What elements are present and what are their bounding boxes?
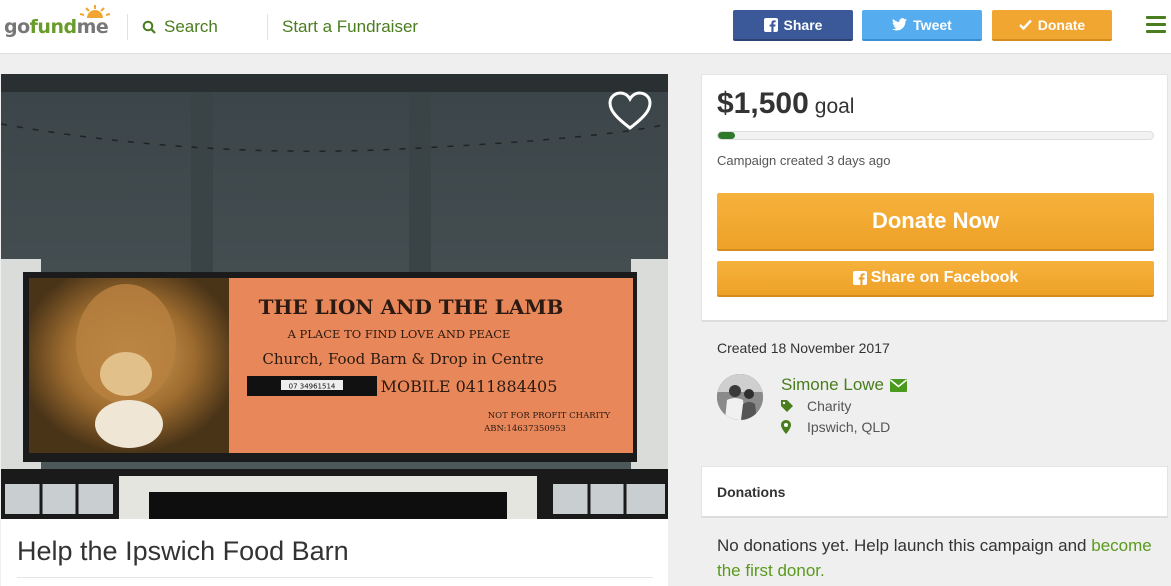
organizer-name: Simone Lowe	[781, 375, 885, 394]
top-nav: gofundme Search Start a Fundraiser Share…	[0, 0, 1171, 54]
organizer-name-link[interactable]: Simone Lowe	[781, 375, 908, 395]
donations-card: Donations	[701, 466, 1168, 518]
campaign-photo: THE LION AND THE LAMB A PLACE TO FIND LO…	[1, 74, 668, 519]
gofundme-logo[interactable]: gofundme	[4, 16, 109, 38]
search-label: Search	[164, 17, 218, 36]
nav-divider	[127, 14, 128, 40]
sign-abn: ABN:14637350953	[483, 424, 566, 434]
search-link[interactable]: Search	[142, 17, 218, 37]
location-label: Ipswich, QLD	[807, 419, 891, 435]
goal-card: $1,500 goal Campaign created 3 days ago …	[701, 74, 1168, 322]
search-icon	[142, 20, 156, 34]
created-date: Created 18 November 2017	[717, 340, 890, 356]
tweet-button[interactable]: Tweet	[862, 10, 982, 41]
sign-charity: NOT FOR PROFIT CHARITY	[488, 411, 611, 421]
checkmark-icon	[1018, 19, 1032, 30]
facebook-icon	[763, 17, 778, 32]
envelope-icon[interactable]	[890, 378, 908, 392]
goal-amount: $1,500	[717, 87, 809, 120]
avatar-image	[717, 374, 763, 420]
twitter-icon	[892, 18, 908, 31]
sign-line1: A PLACE TO FIND LOVE AND PEACE	[287, 327, 511, 341]
donate-now-button[interactable]: Donate Now	[717, 193, 1154, 251]
campaign-photo-graphic: THE LION AND THE LAMB A PLACE TO FIND LO…	[1, 74, 668, 519]
campaign-card: THE LION AND THE LAMB A PLACE TO FIND LO…	[1, 74, 668, 586]
goal-summary: $1,500 goal	[717, 87, 854, 121]
organizer-location: Ipswich, QLD	[781, 419, 890, 435]
favorite-heart-icon[interactable]	[607, 90, 653, 132]
start-fundraiser-link[interactable]: Start a Fundraiser	[282, 17, 418, 37]
progress-fill	[718, 132, 736, 139]
no-donations-text: No donations yet. Help launch this campa…	[717, 536, 1092, 555]
goal-label: goal	[814, 95, 855, 118]
progress-bar	[717, 131, 1154, 140]
donations-title: Donations	[717, 484, 786, 500]
map-marker-icon	[781, 420, 791, 434]
share-facebook-label: Share on Facebook	[870, 269, 1019, 286]
share-button[interactable]: Share	[733, 10, 853, 41]
sign-phone: 07 34961514	[289, 383, 336, 391]
organizer-category: Charity	[781, 398, 851, 414]
share-facebook-button[interactable]: Share on Facebook	[717, 261, 1154, 297]
campaign-created-ago: Campaign created 3 days ago	[717, 153, 891, 168]
campaign-title: Help the Ipswich Food Barn	[17, 536, 349, 566]
category-label: Charity	[807, 398, 852, 414]
tag-icon	[781, 400, 793, 412]
hamburger-menu-icon[interactable]	[1146, 16, 1166, 34]
tweet-label: Tweet	[913, 16, 952, 33]
no-donations-message: No donations yet. Help launch this campa…	[717, 533, 1157, 583]
title-divider	[17, 577, 653, 578]
sign-heading: THE LION AND THE LAMB	[259, 295, 564, 319]
logo-sun-icon	[80, 5, 110, 18]
organizer-avatar[interactable]	[717, 374, 763, 420]
donate-button[interactable]: Donate	[992, 10, 1112, 41]
sign-mobile: MOBILE 0411884405	[381, 377, 558, 396]
nav-divider	[267, 14, 268, 40]
sign-line2: Church, Food Barn & Drop in Centre	[262, 350, 543, 368]
donate-label: Donate	[1037, 16, 1086, 33]
share-label: Share	[783, 16, 823, 33]
facebook-icon	[852, 271, 867, 285]
